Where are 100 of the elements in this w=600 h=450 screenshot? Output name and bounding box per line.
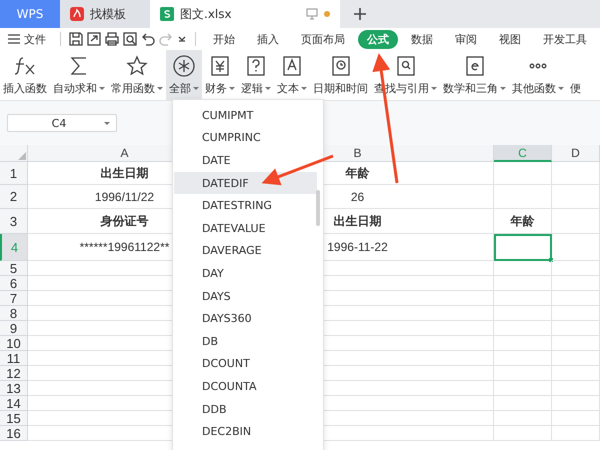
table-cell[interactable] bbox=[552, 209, 600, 234]
row-header[interactable]: 7 bbox=[0, 291, 28, 306]
function-item[interactable]: DB bbox=[174, 330, 317, 353]
function-item[interactable]: DDB bbox=[174, 398, 317, 420]
table-cell[interactable] bbox=[494, 162, 552, 185]
asterisk-icon bbox=[172, 54, 196, 78]
table-cell[interactable] bbox=[494, 306, 552, 321]
ribbon-button[interactable]: 数学和三角 bbox=[440, 50, 509, 100]
table-cell[interactable] bbox=[552, 276, 600, 291]
caret-icon bbox=[229, 87, 235, 90]
table-cell[interactable] bbox=[552, 396, 600, 411]
function-item[interactable]: DAY bbox=[174, 262, 317, 285]
row-header[interactable]: 5 bbox=[0, 261, 28, 276]
caret-icon bbox=[99, 87, 105, 90]
function-item[interactable]: DAYS bbox=[174, 284, 317, 308]
name-box[interactable]: C4 bbox=[7, 114, 117, 132]
table-cell[interactable] bbox=[552, 411, 600, 426]
scrollbar-thumb[interactable] bbox=[316, 190, 320, 226]
caret-icon bbox=[301, 87, 307, 90]
table-cell[interactable] bbox=[494, 276, 552, 291]
spreadsheet-logo-icon bbox=[160, 7, 174, 21]
row-header[interactable]: 8 bbox=[0, 306, 28, 321]
column-header[interactable]: D bbox=[552, 145, 600, 162]
ribbon-button[interactable]: 常用函数 bbox=[108, 50, 166, 100]
function-item[interactable]: DCOUNTA bbox=[174, 375, 317, 398]
row-header[interactable]: 10 bbox=[0, 336, 28, 351]
table-cell[interactable] bbox=[552, 366, 600, 381]
new-tab-icon bbox=[354, 8, 366, 20]
table-cell[interactable]: 年龄 bbox=[494, 209, 552, 234]
ribbon-tab[interactable]: 页面布局 bbox=[292, 30, 354, 48]
table-cell[interactable] bbox=[552, 336, 600, 351]
active-cell[interactable] bbox=[494, 234, 552, 261]
export-icon bbox=[87, 32, 101, 46]
row-header[interactable]: 1 bbox=[0, 162, 28, 185]
table-cell[interactable] bbox=[552, 291, 600, 306]
undo-icon bbox=[141, 32, 155, 46]
file-menu[interactable]: 文件 bbox=[24, 32, 46, 46]
row-header[interactable]: 9 bbox=[0, 321, 28, 336]
more-icon bbox=[529, 63, 547, 69]
table-cell[interactable] bbox=[494, 396, 552, 411]
ribbon-button[interactable]: 插入函数 bbox=[0, 50, 50, 100]
row-header[interactable]: 2 bbox=[0, 185, 28, 209]
ribbon-tab[interactable]: 插入 bbox=[248, 30, 288, 48]
table-cell[interactable] bbox=[494, 426, 552, 441]
table-cell[interactable] bbox=[552, 162, 600, 185]
table-cell[interactable] bbox=[552, 321, 600, 336]
fill-handle[interactable] bbox=[549, 258, 553, 262]
table-cell[interactable] bbox=[494, 291, 552, 306]
row-header[interactable]: 11 bbox=[0, 351, 28, 366]
caret-icon bbox=[193, 87, 199, 90]
table-cell[interactable] bbox=[552, 426, 600, 441]
function-item[interactable]: DEC2BIN bbox=[174, 420, 317, 443]
table-cell[interactable] bbox=[494, 366, 552, 381]
row-header[interactable]: 16 bbox=[0, 426, 28, 441]
table-cell[interactable] bbox=[494, 261, 552, 276]
table-cell[interactable] bbox=[494, 351, 552, 366]
table-cell[interactable] bbox=[552, 381, 600, 396]
table-cell[interactable] bbox=[552, 234, 600, 261]
function-item[interactable]: CUMIPMT bbox=[174, 104, 317, 127]
ribbon-button[interactable]: 日期和时间 bbox=[310, 50, 371, 100]
row-header[interactable]: 14 bbox=[0, 396, 28, 411]
table-cell[interactable] bbox=[552, 351, 600, 366]
ribbon-tab[interactable]: 视图 bbox=[490, 30, 530, 48]
print-icon bbox=[105, 32, 119, 46]
preview-icon bbox=[123, 32, 137, 46]
row-header[interactable]: 15 bbox=[0, 411, 28, 426]
ribbon-button[interactable]: 全部 bbox=[166, 50, 202, 100]
save-icon bbox=[69, 32, 83, 46]
row-header[interactable]: 3 bbox=[0, 209, 28, 234]
function-item[interactable]: DAYS360 bbox=[174, 307, 317, 330]
table-cell[interactable] bbox=[552, 185, 600, 209]
flame-logo-icon bbox=[70, 7, 84, 21]
function-item[interactable]: DCOUNT bbox=[174, 352, 317, 376]
row-header[interactable]: 13 bbox=[0, 381, 28, 396]
row-header[interactable]: 12 bbox=[0, 366, 28, 381]
ribbon-tab[interactable]: 开发工具 bbox=[534, 30, 596, 48]
caret-icon bbox=[500, 87, 506, 90]
window-tab[interactable]: 找模板 bbox=[60, 0, 150, 28]
ribbon-tab[interactable]: 数据 bbox=[402, 30, 442, 48]
ribbon-button[interactable]: 自动求和 bbox=[50, 50, 108, 100]
star-icon bbox=[125, 54, 149, 78]
table-cell[interactable] bbox=[552, 306, 600, 321]
ribbon-button[interactable]: 便 bbox=[567, 50, 584, 100]
ribbon-tab[interactable]: 开始 bbox=[204, 30, 244, 48]
table-cell[interactable] bbox=[494, 185, 552, 209]
table-cell[interactable] bbox=[494, 321, 552, 336]
caret-icon bbox=[558, 87, 564, 90]
window-tab[interactable]: 图文.xlsx bbox=[150, 0, 340, 28]
caret-icon bbox=[104, 122, 110, 124]
monitor-icon bbox=[306, 8, 318, 20]
caret-icon bbox=[431, 87, 437, 90]
table-cell[interactable] bbox=[494, 336, 552, 351]
table-cell[interactable] bbox=[494, 411, 552, 426]
table-cell[interactable] bbox=[552, 261, 600, 276]
chevron-down-icon bbox=[177, 34, 187, 44]
row-header[interactable]: 6 bbox=[0, 276, 28, 291]
ribbon-tab[interactable]: 审阅 bbox=[446, 30, 486, 48]
table-cell[interactable] bbox=[494, 381, 552, 396]
function-item[interactable]: DATEDIF bbox=[174, 172, 317, 194]
ribbon-button[interactable]: 其他函数 bbox=[509, 50, 567, 100]
